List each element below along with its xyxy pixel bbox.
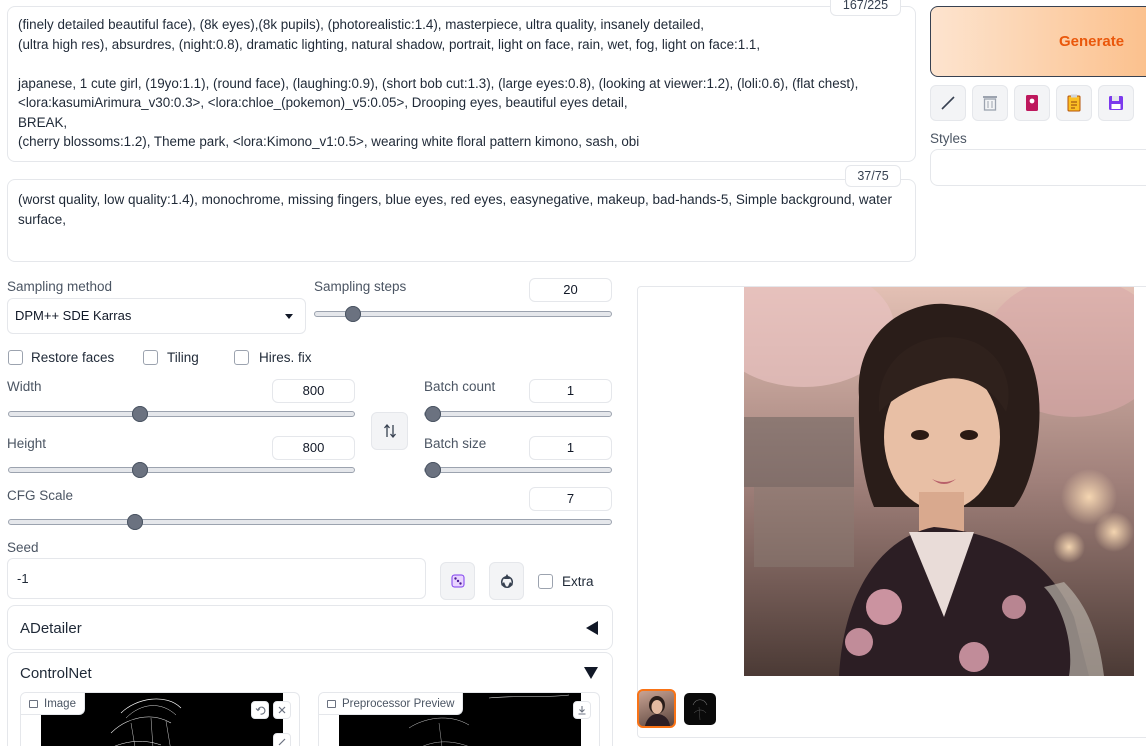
adetailer-accordion[interactable]: ADetailer <box>7 605 613 650</box>
pencil-icon <box>941 96 955 110</box>
generate-label: Generate <box>1059 33 1125 50</box>
download-preview-button[interactable] <box>573 701 591 719</box>
batch-size-label: Batch size <box>424 436 487 451</box>
cfg-scale-slider[interactable] <box>8 514 612 530</box>
prompt-textarea[interactable]: (finely detailed beautiful face), (8k ey… <box>7 6 916 162</box>
negative-token-counter: 37/75 <box>845 165 901 187</box>
controlnet-accordion[interactable]: ControlNet Image Preprocessor Preview <box>7 652 613 746</box>
tiling-label: Tiling <box>167 350 199 365</box>
sampling-method-label: Sampling method <box>7 279 113 294</box>
pencil-button[interactable] <box>930 85 966 121</box>
preview-tag: Preprocessor Preview <box>319 693 464 715</box>
random-seed-button[interactable] <box>440 562 475 600</box>
seed-input[interactable]: -1 <box>7 558 426 599</box>
generated-image[interactable] <box>744 287 1134 676</box>
height-label: Height <box>7 436 47 451</box>
controlnet-image-panel[interactable]: Image <box>20 692 300 746</box>
restore-faces-checkbox[interactable] <box>8 350 23 365</box>
cfg-scale-thumb[interactable] <box>127 514 144 530</box>
width-thumb[interactable] <box>132 406 149 422</box>
adetailer-label: ADetailer <box>20 620 82 637</box>
brush-button[interactable] <box>273 733 291 746</box>
portrait-illustration <box>744 287 1134 676</box>
thumbnail-portrait-image <box>645 696 670 726</box>
swap-dimensions-button[interactable] <box>371 412 408 450</box>
dice-icon <box>451 574 464 588</box>
controlnet-image-label: Image <box>44 697 76 710</box>
image-icon <box>29 699 38 708</box>
tiling-checkbox[interactable] <box>143 350 158 365</box>
image-tag: Image <box>21 693 85 715</box>
batch-count-slider[interactable] <box>424 406 612 422</box>
sampling-method-select[interactable]: DPM++ SDE Karras <box>7 298 306 334</box>
height-slider[interactable] <box>8 462 355 478</box>
cfg-scale-label: CFG Scale <box>7 488 74 503</box>
extra-seed-checkbox[interactable] <box>538 574 553 589</box>
clipboard-button[interactable] <box>1056 85 1092 121</box>
restore-faces-label: Restore faces <box>31 350 115 365</box>
sampling-steps-thumb[interactable] <box>345 306 362 322</box>
hires-fix-label: Hires. fix <box>259 350 312 365</box>
thumbnail-edge-image <box>692 699 708 721</box>
width-input[interactable]: 800 <box>272 379 355 403</box>
undo-button[interactable] <box>251 701 269 719</box>
batch-count-input[interactable]: 1 <box>529 379 612 403</box>
batch-size-thumb[interactable] <box>425 462 441 478</box>
reuse-seed-button[interactable] <box>489 562 524 600</box>
preprocessor-preview-panel[interactable]: Preprocessor Preview <box>318 692 600 746</box>
recycle-icon <box>500 574 513 589</box>
seed-value: -1 <box>17 571 29 586</box>
chevron-down-icon <box>285 314 293 319</box>
sampling-steps-slider[interactable] <box>314 306 612 322</box>
negative-prompt-textarea[interactable]: (worst quality, low quality:1.4), monoch… <box>7 179 916 262</box>
batch-size-input[interactable]: 1 <box>529 436 612 460</box>
sampling-steps-label: Sampling steps <box>314 279 407 294</box>
hires-fix-checkbox[interactable] <box>234 350 249 365</box>
preprocessor-preview-label: Preprocessor Preview <box>342 697 455 710</box>
bookmark-icon <box>1026 95 1038 111</box>
prompt-token-counter: 167/225 <box>830 0 901 16</box>
brush-icon <box>278 738 286 746</box>
preview-image-icon <box>327 699 336 708</box>
trash-button[interactable] <box>972 85 1008 121</box>
thumbnail-controlnet[interactable] <box>684 693 716 725</box>
expand-down-icon <box>584 667 598 679</box>
generate-button[interactable]: Generate <box>930 6 1146 77</box>
height-thumb[interactable] <box>132 462 149 478</box>
sampling-steps-input[interactable]: 20 <box>529 278 612 302</box>
sampling-method-value: DPM++ SDE Karras <box>15 308 132 323</box>
collapse-left-icon <box>586 621 598 635</box>
batch-count-label: Batch count <box>424 379 496 394</box>
download-icon <box>578 706 586 715</box>
extra-seed-label: Extra <box>562 574 594 589</box>
batch-count-thumb[interactable] <box>425 406 441 422</box>
width-label: Width <box>7 379 42 394</box>
close-icon <box>278 706 286 714</box>
clear-image-button[interactable] <box>273 701 291 719</box>
cfg-scale-input[interactable]: 7 <box>529 487 612 511</box>
save-icon <box>1109 96 1123 110</box>
width-slider[interactable] <box>8 406 355 422</box>
swap-arrows-icon <box>383 423 396 439</box>
styles-dropdown[interactable] <box>930 149 1146 186</box>
save-button[interactable] <box>1098 85 1134 121</box>
height-input[interactable]: 800 <box>272 436 355 460</box>
bookmark-button[interactable] <box>1014 85 1050 121</box>
clipboard-icon <box>1067 94 1081 112</box>
controlnet-label: ControlNet <box>20 665 92 682</box>
seed-label: Seed <box>7 540 39 555</box>
batch-size-slider[interactable] <box>424 462 612 478</box>
undo-icon <box>255 706 265 715</box>
styles-label: Styles <box>930 131 967 146</box>
thumbnail-portrait[interactable] <box>637 689 676 728</box>
trash-icon <box>983 96 997 111</box>
